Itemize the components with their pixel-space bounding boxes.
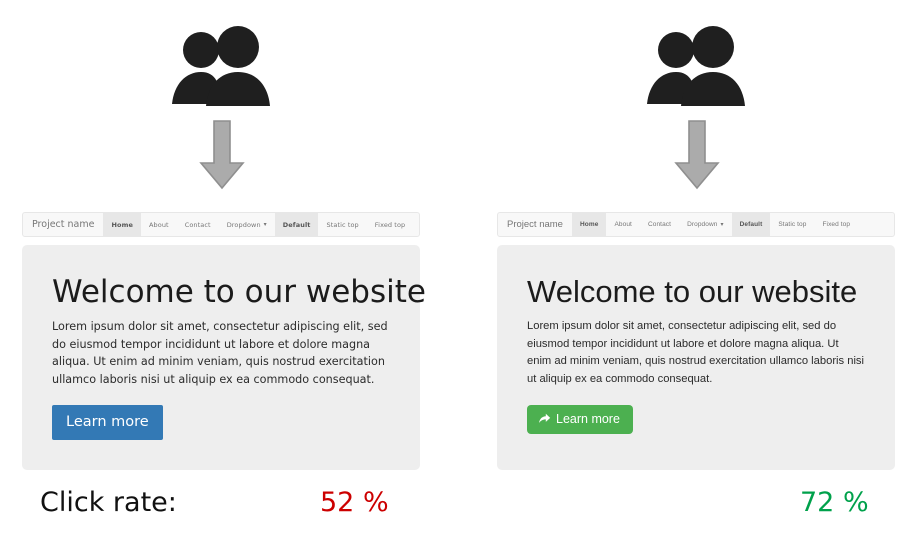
navbar: Project name Home About Contact Dropdown… xyxy=(497,212,895,237)
click-rate-value-a: 52 % xyxy=(320,487,389,518)
people-group-icon xyxy=(641,26,753,110)
people-group-icon xyxy=(166,26,278,110)
comparison-stage: Project name Home About Contact Dropdown… xyxy=(0,0,919,544)
nav-item-label: Static top xyxy=(778,221,807,228)
learn-more-button[interactable]: Learn more xyxy=(52,404,163,440)
navbar-brand[interactable]: Project name xyxy=(498,213,572,236)
nav-item-home[interactable]: Home xyxy=(103,213,141,236)
nav-item-default[interactable]: Default xyxy=(731,213,771,236)
down-arrow-icon xyxy=(674,119,720,191)
chevron-down-icon: ▾ xyxy=(720,221,724,228)
nav-item-label: About xyxy=(148,220,169,229)
share-arrow-icon xyxy=(538,412,551,425)
nav-item-label: Dropdown xyxy=(226,220,261,229)
click-rate-value-b: 72 % xyxy=(800,487,869,518)
page-title: Welcome to our website xyxy=(52,274,426,310)
down-arrow-icon xyxy=(199,119,245,191)
nav-item-fixed-top[interactable]: Fixed top xyxy=(814,213,858,236)
page-title: Welcome to our website xyxy=(527,274,858,309)
hero-panel: Welcome to our website Lorem ipsum dolor… xyxy=(497,245,895,470)
nav-item-label: Contact xyxy=(647,221,672,228)
nav-item-static-top[interactable]: Static top xyxy=(770,213,814,236)
nav-item-label: Static top xyxy=(326,220,359,229)
nav-item-home[interactable]: Home xyxy=(571,213,607,236)
mock-website-a: Project name Home About Contact Dropdown… xyxy=(22,212,426,470)
nav-item-label: Fixed top xyxy=(374,220,406,229)
learn-more-label: Learn more xyxy=(66,413,149,430)
nav-item-label: About xyxy=(614,221,632,228)
nav-item-default[interactable]: Default xyxy=(274,213,319,236)
nav-item-label: Home xyxy=(111,220,133,229)
mock-website-b: Project name Home About Contact Dropdown… xyxy=(497,212,895,470)
variant-b: Project name Home About Contact Dropdown… xyxy=(497,0,897,544)
nav-item-about[interactable]: About xyxy=(141,213,177,236)
nav-item-about[interactable]: About xyxy=(606,213,640,236)
nav-item-dropdown[interactable]: Dropdown ▾ xyxy=(679,213,732,236)
learn-more-button[interactable]: Learn more xyxy=(527,404,633,434)
click-rate-label: Click rate: xyxy=(40,487,177,518)
nav-item-dropdown[interactable]: Dropdown ▾ xyxy=(219,213,275,236)
hero-body-text: Lorem ipsum dolor sit amet, consectetur … xyxy=(527,320,865,386)
variant-a: Project name Home About Contact Dropdown… xyxy=(22,0,426,544)
nav-item-contact[interactable]: Contact xyxy=(177,213,219,236)
nav-item-label: Default xyxy=(282,220,311,229)
nav-item-label: Home xyxy=(579,221,599,228)
nav-item-label: Default xyxy=(739,221,763,228)
nav-item-contact[interactable]: Contact xyxy=(640,213,679,236)
hero-panel: Welcome to our website Lorem ipsum dolor… xyxy=(22,245,426,470)
navbar: Project name Home About Contact Dropdown… xyxy=(22,212,420,237)
nav-items: Home About Contact Dropdown ▾ Default St… xyxy=(571,213,894,236)
hero-body-text: Lorem ipsum dolor sit amet, consectetur … xyxy=(52,320,388,387)
nav-item-label: Dropdown xyxy=(687,221,718,228)
nav-item-static-top[interactable]: Static top xyxy=(318,213,366,236)
nav-item-fixed-top[interactable]: Fixed top xyxy=(367,213,413,236)
navbar-brand[interactable]: Project name xyxy=(23,213,103,236)
nav-item-label: Fixed top xyxy=(822,221,851,228)
nav-items: Home About Contact Dropdown ▾ Default St… xyxy=(103,213,419,236)
nav-item-label: Contact xyxy=(184,220,211,229)
learn-more-label: Learn more xyxy=(556,411,620,426)
metrics-row: Click rate: 52 % 72 % xyxy=(0,487,919,533)
chevron-down-icon: ▾ xyxy=(263,220,267,228)
